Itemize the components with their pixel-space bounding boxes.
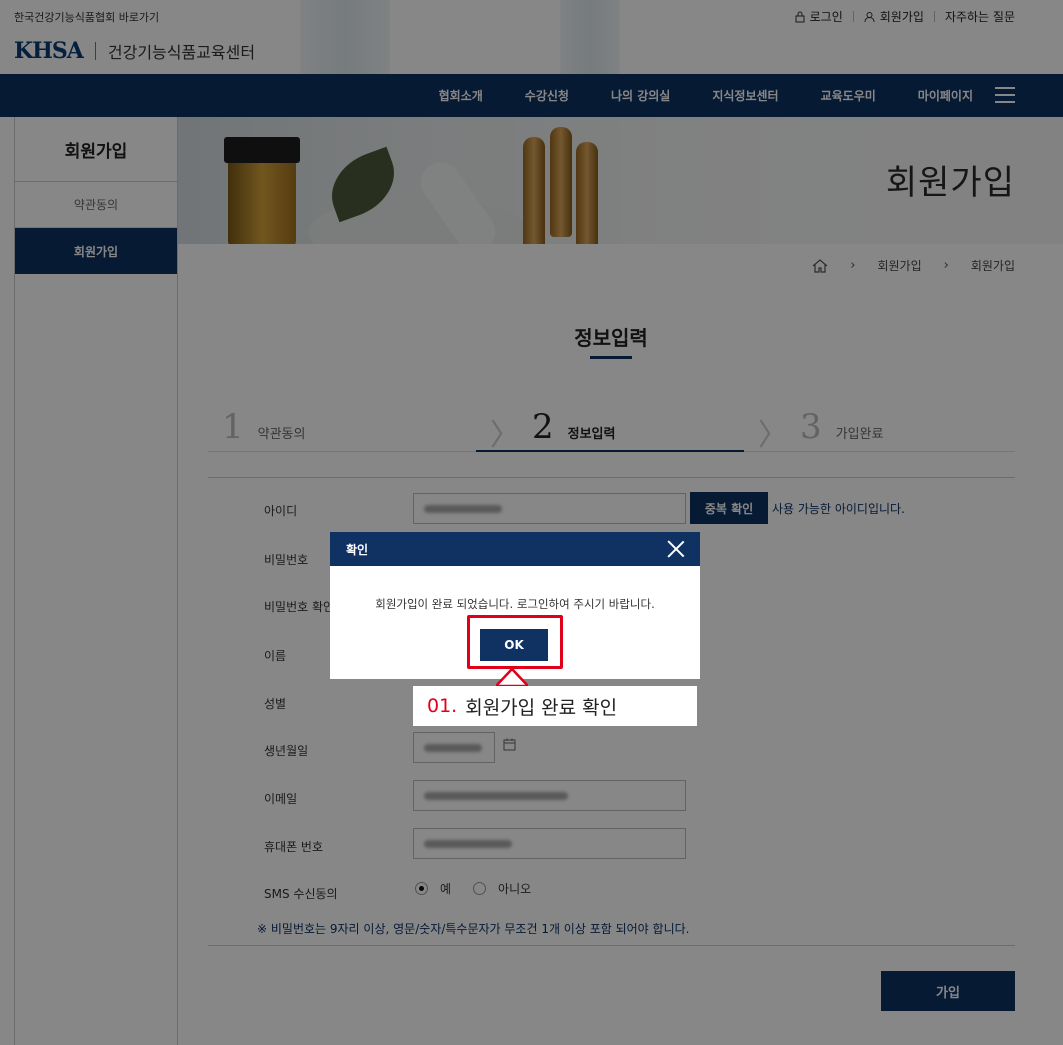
- callout-pointer: [496, 667, 528, 688]
- callout-number: 01.: [427, 695, 458, 717]
- ok-button-highlight: [467, 615, 563, 669]
- dialog-title: 확인: [346, 542, 369, 557]
- modal-backdrop: [0, 0, 1063, 1045]
- callout-text: 회원가입 완료 확인: [465, 696, 618, 719]
- close-icon[interactable]: [666, 539, 686, 559]
- dialog-header: 확인: [330, 532, 700, 566]
- dialog-message: 회원가입이 완료 되었습니다. 로그인하여 주시기 바랍니다.: [375, 597, 655, 611]
- step-callout: 01. 회원가입 완료 확인: [413, 686, 697, 726]
